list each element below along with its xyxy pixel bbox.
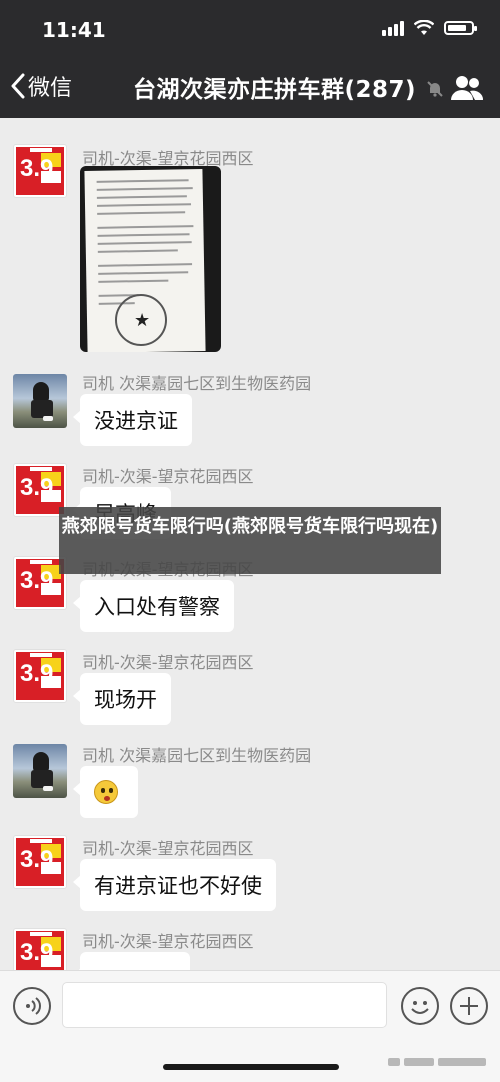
signal-icon [382,20,404,36]
voice-button[interactable] [13,987,51,1025]
voice-icon [26,997,41,1015]
wifi-icon [414,20,434,35]
top-bar: 11:41 微信 台湖次渠亦庄拼车群(287) [0,0,500,118]
back-label: 微信 [28,76,73,101]
sender-name: 司机 次渠嘉园七区到生物医药园 [82,746,312,765]
back-button[interactable]: 微信 [10,70,72,102]
avatar[interactable] [13,744,67,798]
avatar-price: 3.9 [20,846,54,873]
article-title-banner: 燕郊限号货车限行吗(燕郊限号货车限行吗现在) [59,507,441,574]
message-bubble[interactable]: 没进京证 [73,394,192,446]
avatar[interactable]: 3.9 [13,649,67,703]
smile-icon [411,1001,429,1014]
mute-bell-icon [427,81,443,97]
message-input[interactable] [62,982,387,1028]
star-icon: ★ [134,310,151,331]
plus-icon [460,997,478,1015]
message-bubble[interactable]: 现场开 [73,673,171,725]
sender-name: 司机-次渠-望京花园西区 [82,932,254,951]
avatar[interactable]: 3.9 [13,928,67,970]
sender-name: 司机-次渠-望京花园西区 [82,467,254,486]
chat-title: 台湖次渠亦庄拼车群(287) [133,77,417,103]
avatar[interactable]: 3.9 [13,144,67,198]
people-icon[interactable] [450,74,484,102]
more-button[interactable] [450,987,488,1025]
watermark [388,1053,488,1071]
home-indicator[interactable] [163,1064,339,1070]
avatar[interactable]: 3.9 [13,835,67,889]
document-image[interactable]: ★ [80,166,221,352]
avatar-price: 3.9 [20,155,54,182]
status-time: 11:41 [42,18,106,42]
message-bubble[interactable] [73,952,190,970]
avatar-price: 3.9 [20,660,54,687]
emoji-button[interactable] [401,987,439,1025]
input-bar [0,970,500,1082]
sender-name: 司机-次渠-望京花园西区 [82,653,254,672]
avatar-price: 3.9 [20,474,54,501]
sender-name: 司机-次渠-望京花园西区 [82,839,254,858]
chevron-left-icon [11,73,25,99]
avatar-price: 3.9 [20,939,54,966]
message-bubble[interactable]: 有进京证也不好使 [73,859,276,911]
avatar[interactable] [13,374,67,428]
status-icons [382,20,477,36]
sender-name: 司机 次渠嘉园七区到生物医药园 [82,374,312,393]
surprised-face-icon [94,780,118,804]
avatar-price: 3.9 [20,567,54,594]
message-bubble[interactable]: 入口处有警察 [73,580,234,632]
battery-icon [444,21,477,35]
